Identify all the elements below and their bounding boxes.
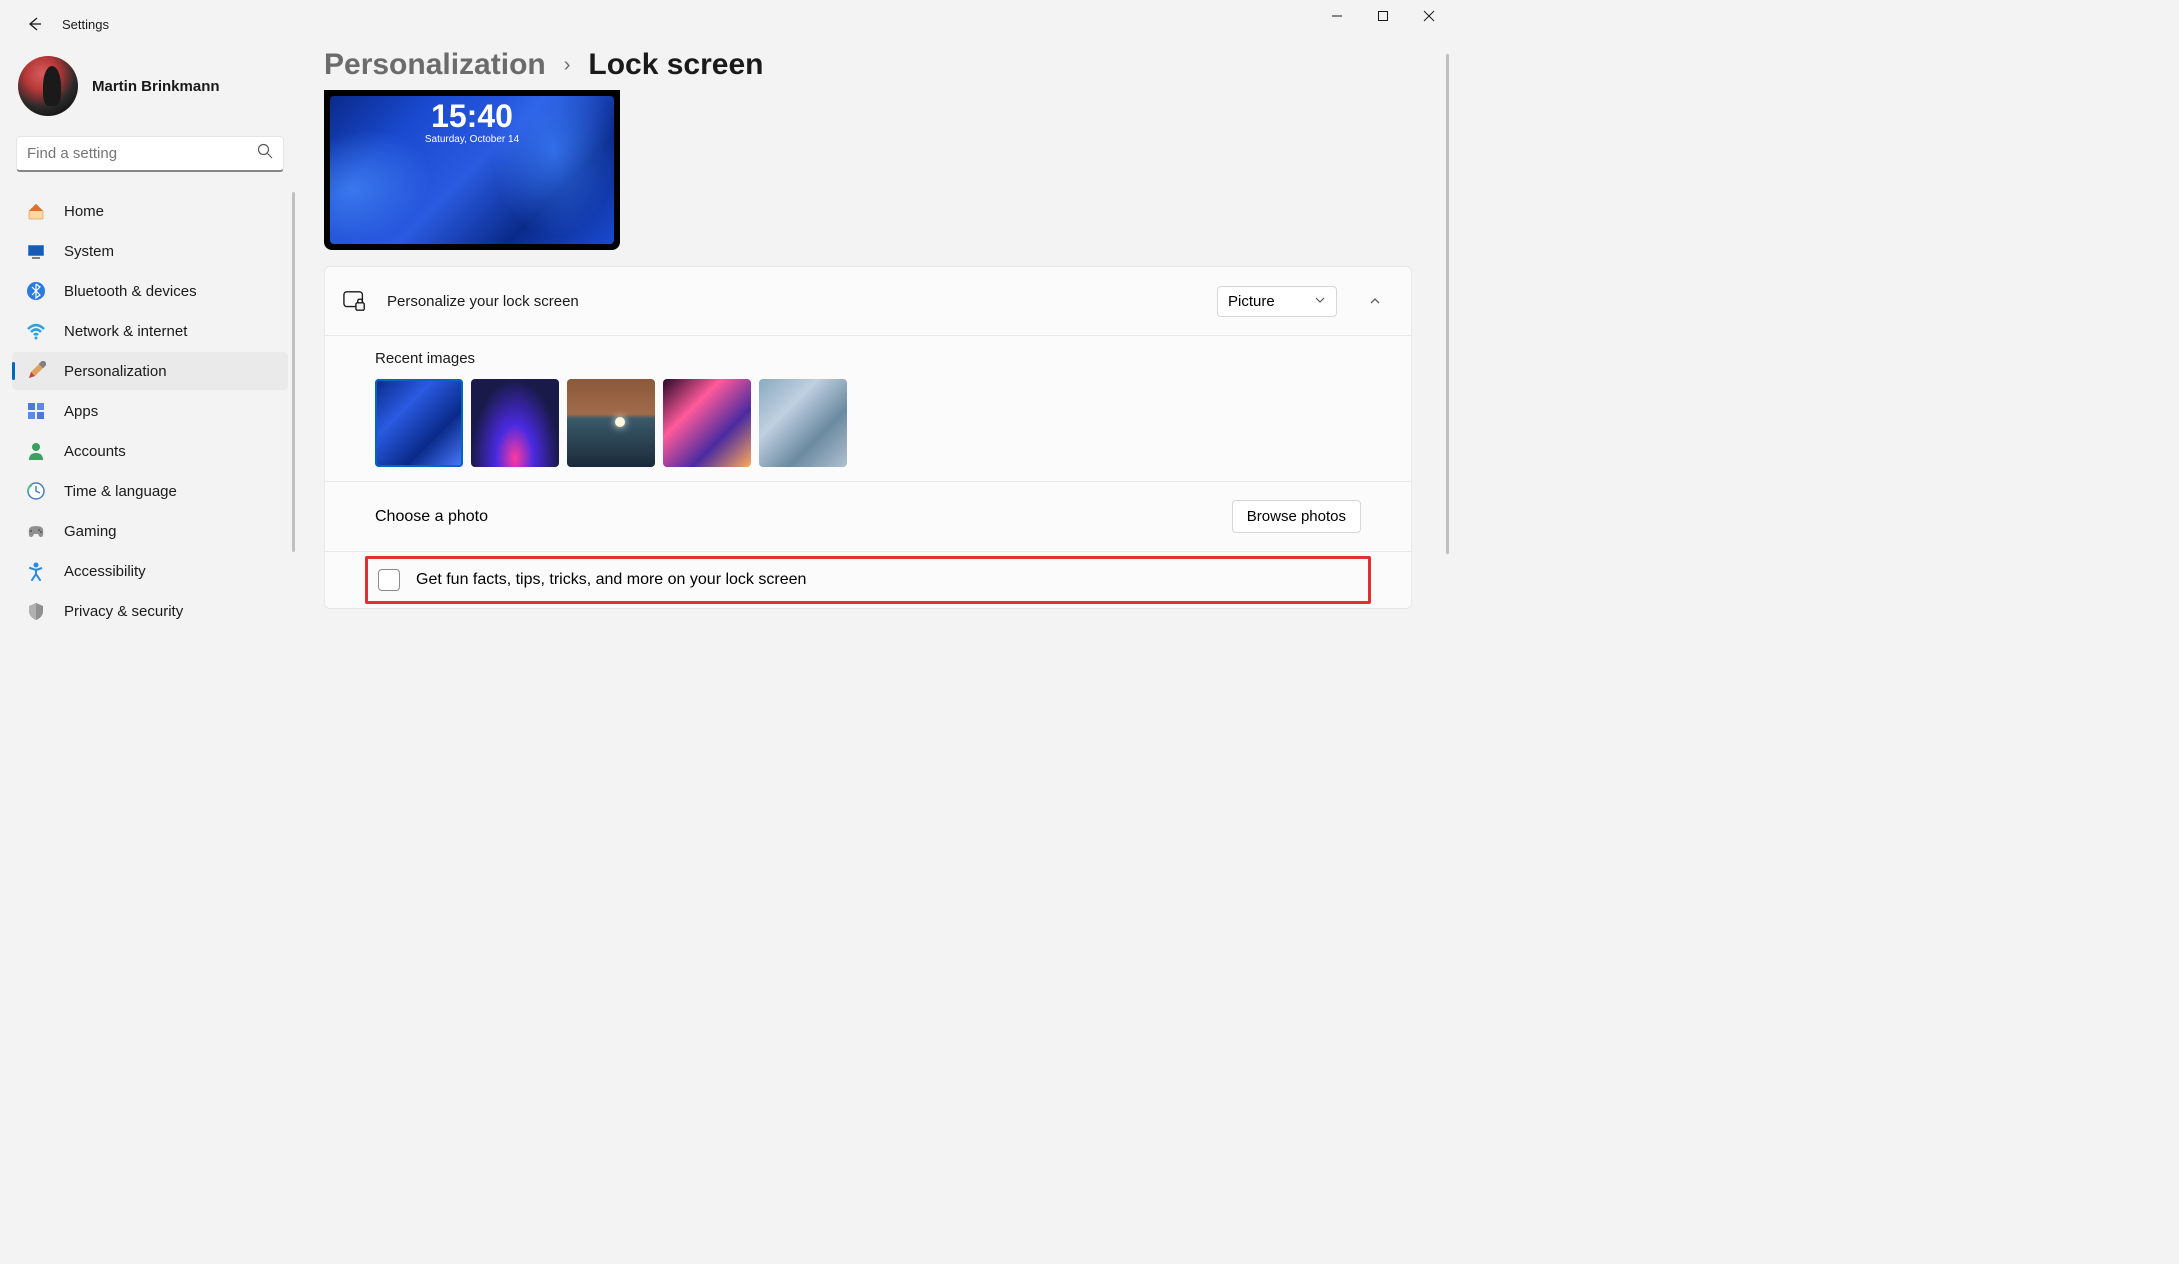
home-icon [26,201,46,221]
recent-image-3[interactable] [567,379,655,467]
maximize-button[interactable] [1360,0,1406,32]
close-button[interactable] [1406,0,1452,32]
profile[interactable]: Martin Brinkmann [8,48,292,136]
main-scrollbar[interactable] [1446,54,1449,554]
personalize-card: Personalize your lock screen Picture Rec… [324,266,1412,609]
apps-icon [26,401,46,421]
recent-images-title: Recent images [375,350,1361,367]
sidebar-item-time[interactable]: Time & language [12,472,288,510]
bluetooth-icon [26,281,46,301]
personalize-dropdown[interactable]: Picture [1217,286,1337,317]
browse-photos-button[interactable]: Browse photos [1232,500,1361,533]
window-title: Settings [62,17,109,32]
sidebar-item-label: Gaming [64,523,117,540]
avatar [18,56,78,116]
sidebar-item-label: Apps [64,403,98,420]
highlight-annotation: Get fun facts, tips, tricks, and more on… [365,556,1371,604]
breadcrumb-current: Lock screen [588,48,763,82]
username: Martin Brinkmann [92,78,220,95]
search-icon [257,143,273,164]
choose-photo-label: Choose a photo [375,508,488,526]
funfacts-checkbox[interactable] [378,569,400,591]
personalize-row[interactable]: Personalize your lock screen Picture [325,267,1411,336]
time-icon [26,481,46,501]
personalize-label: Personalize your lock screen [387,293,1197,310]
recent-image-1[interactable] [375,379,463,467]
gaming-icon [26,521,46,541]
search-input[interactable] [27,145,257,162]
sidebar-item-label: Home [64,203,104,220]
privacy-icon [26,601,46,621]
sidebar-item-label: Accessibility [64,563,146,580]
sidebar: Martin Brinkmann Home System Blueto [0,48,300,841]
network-icon [26,321,46,341]
breadcrumb-parent[interactable]: Personalization [324,48,546,82]
lockscreen-preview: 15:40 Saturday, October 14 [324,90,620,250]
recent-image-4[interactable] [663,379,751,467]
recent-images-section: Recent images [325,336,1411,482]
back-button[interactable] [14,4,54,44]
accounts-icon [26,441,46,461]
sidebar-item-accessibility[interactable]: Accessibility [12,552,288,590]
recent-image-2[interactable] [471,379,559,467]
search-box[interactable] [16,136,284,172]
sidebar-item-home[interactable]: Home [12,192,288,230]
preview-date: Saturday, October 14 [425,134,519,145]
sidebar-item-label: Bluetooth & devices [64,283,197,300]
sidebar-item-label: System [64,243,114,260]
sidebar-item-accounts[interactable]: Accounts [12,432,288,470]
sidebar-item-label: Network & internet [64,323,187,340]
nav: Home System Bluetooth & devices Network … [8,192,292,630]
sidebar-item-gaming[interactable]: Gaming [12,512,288,550]
sidebar-item-privacy[interactable]: Privacy & security [12,592,288,630]
sidebar-item-label: Personalization [64,363,167,380]
sidebar-item-personalization[interactable]: Personalization [12,352,288,390]
dropdown-value: Picture [1228,293,1275,310]
breadcrumb: Personalization › Lock screen [324,48,1412,82]
sidebar-item-network[interactable]: Network & internet [12,312,288,350]
system-icon [26,241,46,261]
sidebar-item-system[interactable]: System [12,232,288,270]
funfacts-label: Get fun facts, tips, tricks, and more on… [416,571,806,589]
chevron-right-icon: › [564,54,571,77]
personalization-icon [26,361,46,381]
chevron-down-icon [1314,293,1326,310]
sidebar-item-bluetooth[interactable]: Bluetooth & devices [12,272,288,310]
preview-time: 15:40 [431,100,513,132]
sidebar-item-label: Time & language [64,483,177,500]
sidebar-item-label: Accounts [64,443,126,460]
lockscreen-icon [343,289,367,313]
accessibility-icon [26,561,46,581]
sidebar-scrollbar[interactable] [292,192,295,552]
sidebar-item-label: Privacy & security [64,603,183,620]
choose-photo-row: Choose a photo Browse photos [325,482,1411,552]
collapse-button[interactable] [1357,283,1393,319]
recent-image-5[interactable] [759,379,847,467]
minimize-button[interactable] [1314,0,1360,32]
main-content: Personalization › Lock screen 15:40 Satu… [300,48,1452,841]
sidebar-item-apps[interactable]: Apps [12,392,288,430]
funfacts-row[interactable]: Get fun facts, tips, tricks, and more on… [368,559,1358,601]
